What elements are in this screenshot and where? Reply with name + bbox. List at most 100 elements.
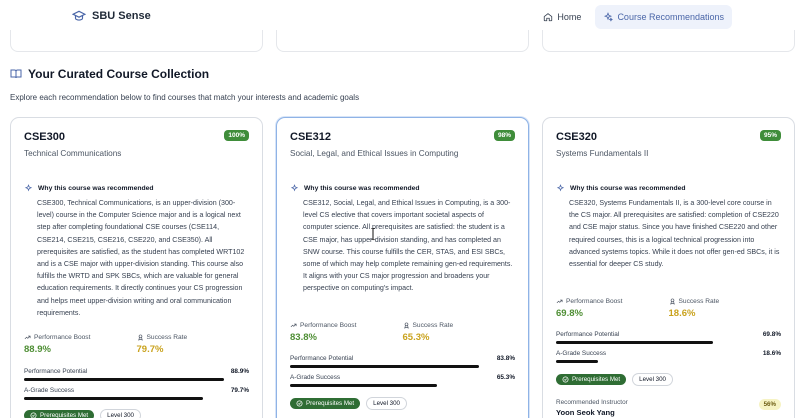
- performance-boost-stat: Performance Boost 88.9%: [24, 334, 137, 355]
- previous-card-stub: [542, 30, 795, 52]
- success-rate-stat: Success Rate 18.6%: [669, 298, 782, 319]
- sparkles-icon: [290, 184, 299, 192]
- bar-label: Performance Potential: [556, 331, 620, 338]
- bar-label: Performance Potential: [24, 368, 88, 375]
- performance-potential-bar: Performance Potential 88.9%: [24, 368, 249, 381]
- award-icon: [403, 322, 409, 329]
- section-heading: Your Curated Course Collection: [10, 67, 209, 81]
- nav-home-label: Home: [557, 12, 582, 22]
- main-nav: Home Course Recommendations: [535, 5, 732, 29]
- text-cursor-icon: [371, 228, 375, 240]
- bar-fill: [290, 365, 479, 368]
- success-rate-label: Success Rate: [678, 298, 720, 305]
- performance-boost-label: Performance Boost: [566, 298, 623, 305]
- match-badge: 95%: [759, 130, 781, 141]
- previous-card-stub: [10, 30, 263, 52]
- brand[interactable]: SBU Sense: [72, 9, 151, 23]
- success-rate-value: 18.6%: [668, 308, 696, 319]
- bar-label: A-Grade Success: [24, 387, 75, 394]
- trending-up-icon: [556, 299, 563, 304]
- course-code: CSE300: [24, 131, 65, 143]
- previous-card-stub: [276, 30, 529, 52]
- bar-percent: 69.8%: [762, 331, 781, 338]
- a-grade-success-bar: A-Grade Success 79.7%: [24, 387, 249, 400]
- prerequisites-met-tag: Prerequisites Met: [24, 410, 95, 418]
- brand-name: SBU Sense: [92, 10, 151, 22]
- bar-percent: 88.9%: [230, 368, 249, 375]
- check-circle-icon: [296, 400, 303, 407]
- performance-potential-bar: Performance Potential 69.8%: [556, 331, 781, 344]
- trending-up-icon: [24, 335, 31, 340]
- course-name: Social, Legal, and Ethical Issues in Com…: [290, 149, 459, 158]
- bar-percent: 79.7%: [230, 387, 249, 394]
- home-icon: [544, 13, 553, 22]
- match-badge: 100%: [224, 130, 249, 141]
- recommended-instructor: Recommended Instructor Yoon Seok Yang 56…: [556, 399, 781, 417]
- tags-row: Prerequisites Met Level 300: [290, 397, 407, 410]
- nav-home[interactable]: Home: [535, 5, 589, 29]
- why-heading: Why this course was recommended: [38, 185, 154, 192]
- performance-boost-stat: Performance Boost 83.8%: [290, 322, 403, 343]
- performance-boost-stat: Performance Boost 69.8%: [556, 298, 669, 319]
- performance-potential-bar: Performance Potential 83.8%: [290, 355, 515, 368]
- course-card-cse320[interactable]: CSE320 Systems Fundamentals II 95% Why t…: [542, 117, 795, 418]
- level-tag: Level 300: [632, 373, 673, 386]
- course-code: CSE312: [290, 131, 331, 143]
- bar-percent: 65.3%: [496, 374, 515, 381]
- course-card-cse300[interactable]: CSE300 Technical Communications 100% Why…: [10, 117, 263, 418]
- bar-percent: 83.8%: [496, 355, 515, 362]
- trending-up-icon: [290, 323, 297, 328]
- instructor-match-badge: 56%: [758, 399, 781, 410]
- course-card-cse312[interactable]: CSE312 Social, Legal, and Ethical Issues…: [276, 117, 529, 418]
- reason-text: CSE320, Systems Fundamentals II, is a 30…: [569, 199, 780, 269]
- bar-label: A-Grade Success: [290, 374, 341, 381]
- course-name: Technical Communications: [24, 149, 122, 158]
- a-grade-success-bar: A-Grade Success 18.6%: [556, 350, 781, 363]
- bar-label: A-Grade Success: [556, 350, 607, 357]
- recommendation-reason: Why this course was recommended CSE320, …: [556, 184, 781, 270]
- course-code: CSE320: [556, 131, 597, 143]
- nav-course-recommendations[interactable]: Course Recommendations: [595, 5, 732, 29]
- bar-label: Performance Potential: [290, 355, 354, 362]
- top-navigation-bar: SBU Sense Home Course Recommendations: [0, 0, 806, 34]
- success-rate-stat: Success Rate 79.7%: [137, 334, 250, 355]
- performance-boost-label: Performance Boost: [300, 322, 357, 329]
- reason-text: CSE312, Social, Legal, and Ethical Issue…: [303, 199, 513, 293]
- level-tag: Level 300: [100, 409, 141, 418]
- stats-row: Performance Boost 88.9% Success Rate 79.…: [24, 334, 249, 355]
- section-subtitle: Explore each recommendation below to fin…: [10, 93, 360, 102]
- bar-fill: [290, 384, 437, 387]
- level-tag: Level 300: [366, 397, 407, 410]
- reason-text: CSE300, Technical Communications, is an …: [37, 199, 245, 317]
- nav-course-recommendations-label: Course Recommendations: [617, 12, 724, 22]
- bar-fill: [24, 378, 225, 381]
- bar-percent: 18.6%: [762, 350, 781, 357]
- instructor-name[interactable]: Yoon Seok Yang: [556, 408, 781, 417]
- success-rate-value: 79.7%: [136, 344, 164, 355]
- prereq-label: Prerequisites Met: [40, 412, 89, 418]
- tags-row: Prerequisites Met Level 300: [556, 373, 673, 386]
- a-grade-success-bar: A-Grade Success 65.3%: [290, 374, 515, 387]
- success-rate-stat: Success Rate 65.3%: [403, 322, 516, 343]
- sparkles-icon: [24, 184, 33, 192]
- section-title: Your Curated Course Collection: [28, 67, 210, 81]
- course-name: Systems Fundamentals II: [556, 149, 649, 158]
- performance-boost-value: 83.8%: [290, 332, 317, 343]
- sparkles-icon: [556, 184, 565, 192]
- bar-fill: [556, 341, 714, 344]
- award-icon: [137, 334, 143, 341]
- success-rate-value: 65.3%: [402, 332, 430, 343]
- match-badge: 98%: [493, 130, 515, 141]
- check-circle-icon: [562, 376, 569, 383]
- success-rate-label: Success Rate: [146, 334, 188, 341]
- why-heading: Why this course was recommended: [304, 185, 420, 192]
- prereq-label: Prerequisites Met: [306, 400, 355, 407]
- why-heading: Why this course was recommended: [570, 185, 686, 192]
- success-rate-label: Success Rate: [412, 322, 454, 329]
- sparkles-icon: [604, 12, 614, 22]
- performance-boost-label: Performance Boost: [34, 334, 91, 341]
- stats-row: Performance Boost 83.8% Success Rate 65.…: [290, 322, 515, 343]
- stats-row: Performance Boost 69.8% Success Rate 18.…: [556, 298, 781, 319]
- check-circle-icon: [30, 412, 37, 418]
- graduation-cap-icon: [72, 10, 86, 21]
